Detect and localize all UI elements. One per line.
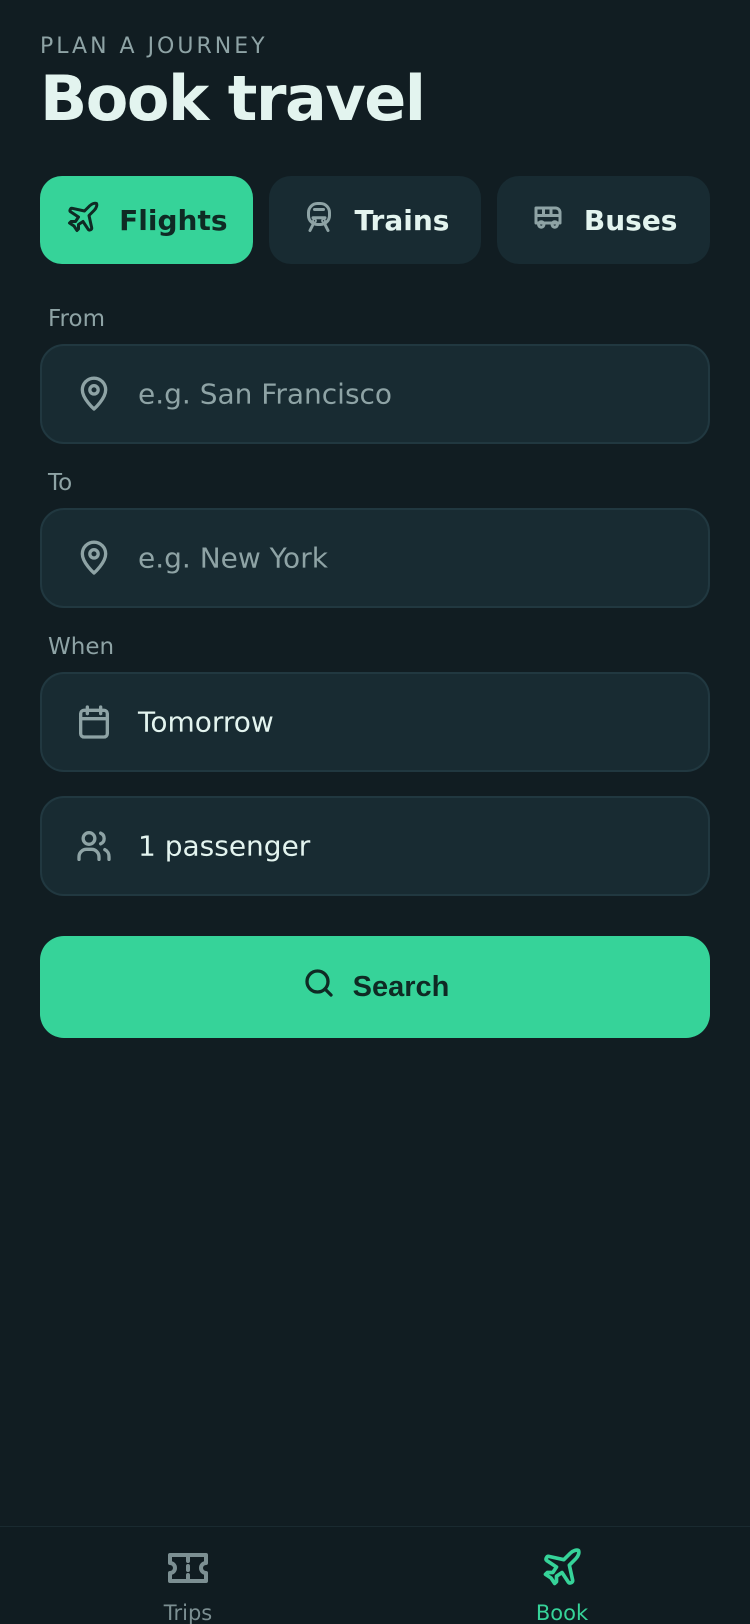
to-input[interactable] — [138, 541, 684, 575]
mode-buses-label: Buses — [583, 203, 678, 237]
when-field[interactable]: Tomorrow — [40, 672, 710, 772]
search-button-label: Search — [352, 970, 450, 1003]
from-input[interactable] — [138, 377, 684, 411]
page-eyebrow: PLAN A JOURNEY — [40, 34, 268, 59]
calendar-icon — [74, 702, 114, 742]
tab-book[interactable]: Book — [482, 1545, 642, 1624]
mode-trains-button[interactable]: Trains — [268, 176, 482, 264]
plane-icon — [65, 199, 101, 242]
page-title: Book travel — [40, 62, 426, 135]
plane-icon — [538, 1545, 586, 1593]
when-label: When — [48, 634, 115, 660]
to-label: To — [48, 470, 73, 496]
tab-trips-label: Trips — [163, 1601, 213, 1624]
from-label: From — [48, 306, 105, 332]
map-pin-icon — [74, 374, 114, 414]
passengers-field[interactable]: 1 passenger — [40, 796, 710, 896]
to-field[interactable] — [40, 508, 710, 608]
tab-book-label: Book — [535, 1601, 589, 1624]
train-icon — [301, 199, 337, 242]
tab-trips[interactable]: Trips — [108, 1545, 268, 1624]
bottom-tab-bar: Trips Book — [0, 1526, 750, 1624]
book-travel-screen: PLAN A JOURNEY Book travel Flights Train… — [0, 0, 750, 1624]
passengers-value: 1 passenger — [138, 829, 311, 863]
travel-mode-selector: Flights Trains Buses — [40, 176, 711, 264]
bus-icon — [530, 199, 566, 242]
mode-buses-button[interactable]: Buses — [497, 176, 711, 264]
search-icon — [301, 965, 337, 1009]
from-field[interactable] — [40, 344, 710, 444]
mode-trains-label: Trains — [354, 203, 450, 237]
mode-flights-button[interactable]: Flights — [40, 176, 253, 264]
map-pin-icon — [74, 538, 114, 578]
mode-flights-label: Flights — [119, 203, 228, 237]
when-value: Tomorrow — [138, 705, 274, 739]
users-icon — [74, 826, 114, 866]
ticket-icon — [164, 1545, 212, 1593]
search-button[interactable]: Search — [40, 936, 710, 1038]
